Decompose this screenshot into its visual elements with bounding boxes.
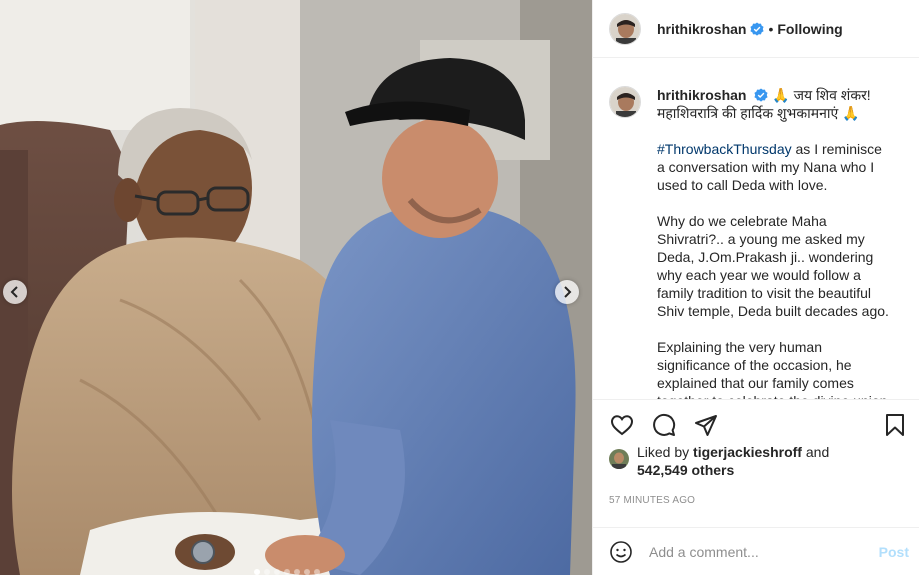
action-bar	[593, 399, 919, 449]
post-side-panel: hrithikroshan • Following hrithikroshan …	[592, 0, 919, 575]
carousel-dot	[284, 569, 290, 575]
caption-text: hrithikroshan 🙏 जय शिव शंकर! महाशिवरात्र…	[657, 86, 893, 399]
share-button[interactable]	[692, 411, 720, 439]
emoji-icon[interactable]	[609, 540, 633, 564]
post-timestamp[interactable]: 57 MINUTES AGO	[593, 489, 919, 517]
folded-hands-emoji: 🙏	[842, 105, 860, 121]
likes-and: and	[801, 444, 830, 460]
folded-hands-emoji: 🙏	[772, 87, 790, 103]
likes-text: Liked by tigerjackieshroff and 542,549 o…	[637, 443, 829, 479]
chevron-right-icon	[564, 286, 572, 298]
carousel-dot	[274, 569, 280, 575]
comment-input[interactable]	[649, 543, 879, 560]
share-icon	[695, 414, 717, 436]
carousel-dot	[254, 569, 260, 575]
carousel-dot	[294, 569, 300, 575]
carousel-next-button[interactable]	[555, 280, 579, 304]
avatar-image	[609, 449, 629, 469]
following-button[interactable]: Following	[777, 21, 842, 37]
avatar-image	[610, 13, 640, 44]
caption-line-hindi-2: महाशिवरात्रि की हार्दिक शुभकामनाएं	[657, 105, 843, 121]
avatar-image	[610, 87, 640, 117]
photo-image	[0, 0, 592, 575]
verified-badge-icon	[750, 21, 765, 36]
comment-button[interactable]	[650, 411, 678, 439]
comment-icon	[653, 413, 676, 436]
comment-form: Post	[593, 527, 919, 575]
caption-username[interactable]: hrithikroshan	[657, 87, 746, 103]
heart-icon	[610, 414, 634, 435]
post-photo[interactable]	[0, 0, 592, 575]
like-button[interactable]	[608, 411, 636, 439]
bookmark-icon	[886, 413, 904, 436]
avatar[interactable]	[609, 12, 641, 45]
liker-avatar[interactable]	[609, 449, 629, 469]
avatar[interactable]	[609, 86, 641, 118]
carousel-dot	[264, 569, 270, 575]
caption-comment: hrithikroshan 🙏 जय शिव शंकर! महाशिवरात्र…	[609, 86, 903, 399]
post-header: hrithikroshan • Following	[593, 0, 919, 58]
carousel-prev-button[interactable]	[3, 280, 27, 304]
post-comment-button[interactable]: Post	[879, 544, 909, 560]
header-separator: •	[768, 20, 774, 37]
liker-username[interactable]: tigerjackieshroff	[693, 444, 802, 460]
likes-count[interactable]: 542,549 others	[637, 462, 734, 478]
likes-section: Liked by tigerjackieshroff and 542,549 o…	[593, 444, 919, 489]
chevron-left-icon	[10, 286, 18, 298]
likes-prefix: Liked by	[637, 444, 694, 460]
caption-paragraph-3: Explaining the very human significance o…	[657, 339, 887, 399]
carousel-dot	[314, 569, 320, 575]
caption-line-hindi-1: जय शिव शंकर!	[793, 87, 871, 103]
carousel-indicator	[254, 569, 320, 575]
carousel-dot	[304, 569, 310, 575]
post-modal: hrithikroshan • Following hrithikroshan …	[0, 0, 919, 575]
caption-scroll-area[interactable]: hrithikroshan 🙏 जय शिव शंकर! महाशिवरात्र…	[593, 58, 919, 399]
hashtag-link[interactable]: #ThrowbackThursday	[657, 141, 792, 157]
caption-paragraph-2: Why do we celebrate Maha Shivratri?.. a …	[657, 213, 889, 319]
username-link[interactable]: hrithikroshan	[657, 21, 746, 37]
save-button[interactable]	[881, 411, 909, 439]
verified-badge-icon	[754, 88, 768, 102]
